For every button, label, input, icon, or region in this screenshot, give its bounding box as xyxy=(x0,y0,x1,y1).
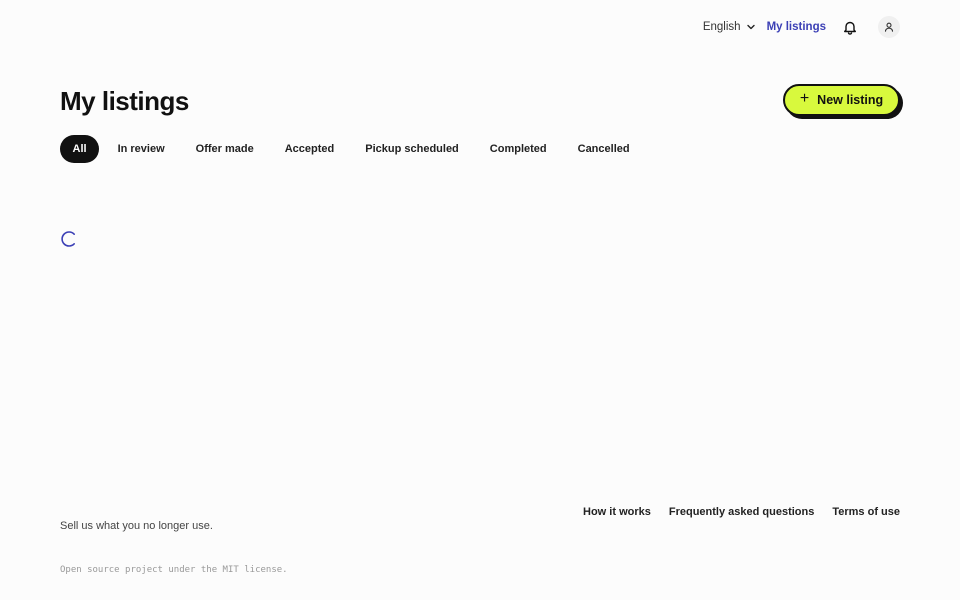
tab-cancelled[interactable]: Cancelled xyxy=(562,135,645,163)
tab-in-review[interactable]: In review xyxy=(102,135,180,163)
tab-accepted[interactable]: Accepted xyxy=(269,135,350,163)
my-listings-link[interactable]: My listings xyxy=(767,21,826,33)
new-listing-button[interactable]: + New listing xyxy=(783,84,900,116)
account-button[interactable] xyxy=(878,16,900,38)
plus-icon: + xyxy=(799,90,810,107)
tab-offer-made[interactable]: Offer made xyxy=(180,135,269,163)
footer-link-how-it-works[interactable]: How it works xyxy=(583,506,651,518)
user-icon xyxy=(884,22,894,32)
bell-icon xyxy=(844,21,856,35)
tab-completed[interactable]: Completed xyxy=(474,135,562,163)
tab-all[interactable]: All xyxy=(60,135,100,163)
footer-link-terms[interactable]: Terms of use xyxy=(832,506,900,518)
page-title: My listings xyxy=(60,86,189,116)
status-tabs: All In review Offer made Accepted Pickup… xyxy=(60,135,645,163)
license-note: Open source project under the MIT licens… xyxy=(60,565,288,575)
top-nav: English My listings xyxy=(703,14,900,40)
chevron-down-icon xyxy=(746,24,755,30)
footer-links: How it works Frequently asked questions … xyxy=(583,506,900,518)
footer-tagline: Sell us what you no longer use. xyxy=(60,520,213,532)
language-label: English xyxy=(702,21,741,33)
spinner-icon xyxy=(61,231,75,247)
language-selector[interactable]: English xyxy=(703,21,755,33)
new-listing-label: New listing xyxy=(817,93,884,107)
page: English My listings My listings + New li… xyxy=(0,0,960,600)
footer-link-faq[interactable]: Frequently asked questions xyxy=(669,506,814,518)
notifications-button[interactable] xyxy=(842,19,858,35)
tab-pickup-scheduled[interactable]: Pickup scheduled xyxy=(350,135,475,163)
